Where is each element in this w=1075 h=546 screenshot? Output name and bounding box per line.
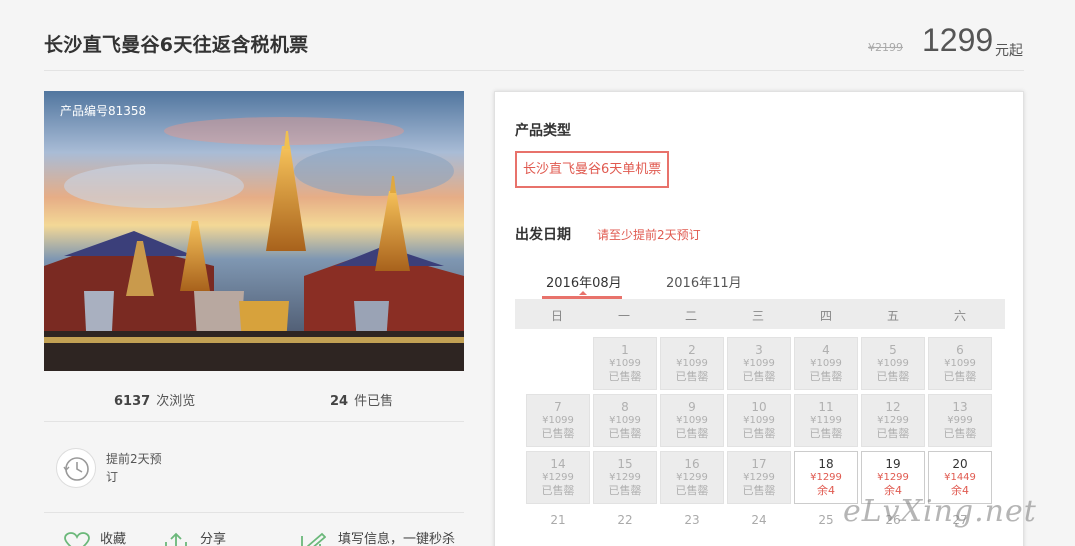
share-icon (165, 532, 187, 546)
product-type-option[interactable]: 长沙直飞曼谷6天单机票 (515, 151, 670, 188)
sold-stat: 24 件已售 (330, 390, 393, 409)
calendar-day-5[interactable]: 5 ¥1099 已售罄 (861, 337, 925, 390)
divider (44, 512, 464, 513)
calendar-day-17[interactable]: 17 ¥1299 已售罄 (727, 451, 791, 504)
weekday-wed: 三 (751, 309, 764, 323)
views-label: 次浏览 (156, 394, 196, 409)
date-hint: 请至少提前2天预订 (597, 228, 701, 242)
weekday-tue: 二 (684, 309, 697, 323)
site-watermark: eLvXing.net (843, 494, 1037, 529)
calendar-day-9[interactable]: 9 ¥1099 已售罄 (660, 394, 724, 447)
weekday-header: 日 一 二 三 四 五 六 (515, 299, 1005, 329)
advance-booking-note: 提前2天预订 (106, 452, 162, 484)
divider (44, 70, 1024, 71)
views-stat: 6137 次浏览 (114, 390, 195, 409)
product-type-label: 产品类型 (515, 123, 571, 139)
temple-illustration (44, 91, 464, 371)
current-price: 1299 (922, 22, 994, 58)
departure-date-label: 出发日期 (515, 227, 571, 243)
calendar-day-3[interactable]: 3 ¥1099 已售罄 (727, 337, 791, 390)
share-label: 分享 (200, 532, 227, 546)
weekday-sat: 六 (953, 309, 966, 323)
calendar-day-11[interactable]: 11 ¥1199 已售罄 (794, 394, 858, 447)
tab-month-2016-11[interactable]: 2016年11月 (666, 272, 742, 291)
edit-icon (301, 532, 326, 546)
favorite-button[interactable]: 收藏 (64, 528, 126, 546)
calendar-day-16[interactable]: 16 ¥1299 已售罄 (660, 451, 724, 504)
product-code: 产品编号81358 (60, 104, 147, 118)
calendar-day-23: 23 (684, 513, 700, 527)
tab-month-2016-08[interactable]: 2016年08月 (546, 272, 622, 291)
calendar-day-10[interactable]: 10 ¥1099 已售罄 (727, 394, 791, 447)
sold-count: 24 (330, 394, 349, 409)
product-photo: 产品编号81358 (44, 91, 464, 371)
month-tab-caret (579, 291, 587, 295)
calendar-day-4[interactable]: 4 ¥1099 已售罄 (794, 337, 858, 390)
favorite-label: 收藏 (100, 532, 127, 546)
fill-info-button[interactable]: 填写信息，一键秒杀 (300, 528, 455, 546)
original-price: ¥2199 (868, 41, 903, 54)
weekday-sun: 日 (550, 309, 563, 323)
weekday-thu: 四 (819, 309, 832, 323)
calendar-day-15[interactable]: 15 ¥1299 已售罄 (593, 451, 657, 504)
sold-label: 件已售 (354, 394, 394, 409)
page-title: 长沙直飞曼谷6天往返含税机票 (44, 34, 309, 56)
calendar-day-7[interactable]: 7 ¥1099 已售罄 (526, 394, 590, 447)
share-button[interactable]: 分享 (164, 528, 226, 546)
views-count: 6137 (114, 394, 151, 409)
calendar-day-8[interactable]: 8 ¥1099 已售罄 (593, 394, 657, 447)
calendar-day-14[interactable]: 14 ¥1299 已售罄 (526, 451, 590, 504)
page: 长沙直飞曼谷6天往返含税机票 ¥2199 1299 元起 产品编号81358 6… (0, 0, 1075, 546)
weekday-fri: 五 (886, 309, 899, 323)
divider (44, 421, 464, 422)
calendar-day-6[interactable]: 6 ¥1099 已售罄 (928, 337, 992, 390)
weekday-mon: 一 (617, 309, 630, 323)
calendar-day-12[interactable]: 12 ¥1299 已售罄 (861, 394, 925, 447)
calendar-day-22: 22 (617, 513, 633, 527)
heart-icon (64, 532, 90, 546)
calendar-day-2[interactable]: 2 ¥1099 已售罄 (660, 337, 724, 390)
calendar-day-24: 24 (751, 513, 767, 527)
fill-info-label: 填写信息，一键秒杀 (338, 532, 456, 546)
calendar-day-13[interactable]: 13 ¥999 已售罄 (928, 394, 992, 447)
calendar-day-21: 21 (550, 513, 566, 527)
price-unit: 元起 (995, 43, 1023, 59)
booking-panel: 产品类型 长沙直飞曼谷6天单机票 出发日期 请至少提前2天预订 2016年08月… (494, 91, 1024, 546)
calendar-day-1[interactable]: 1 ¥1099 已售罄 (593, 337, 657, 390)
clock-icon (56, 448, 96, 488)
